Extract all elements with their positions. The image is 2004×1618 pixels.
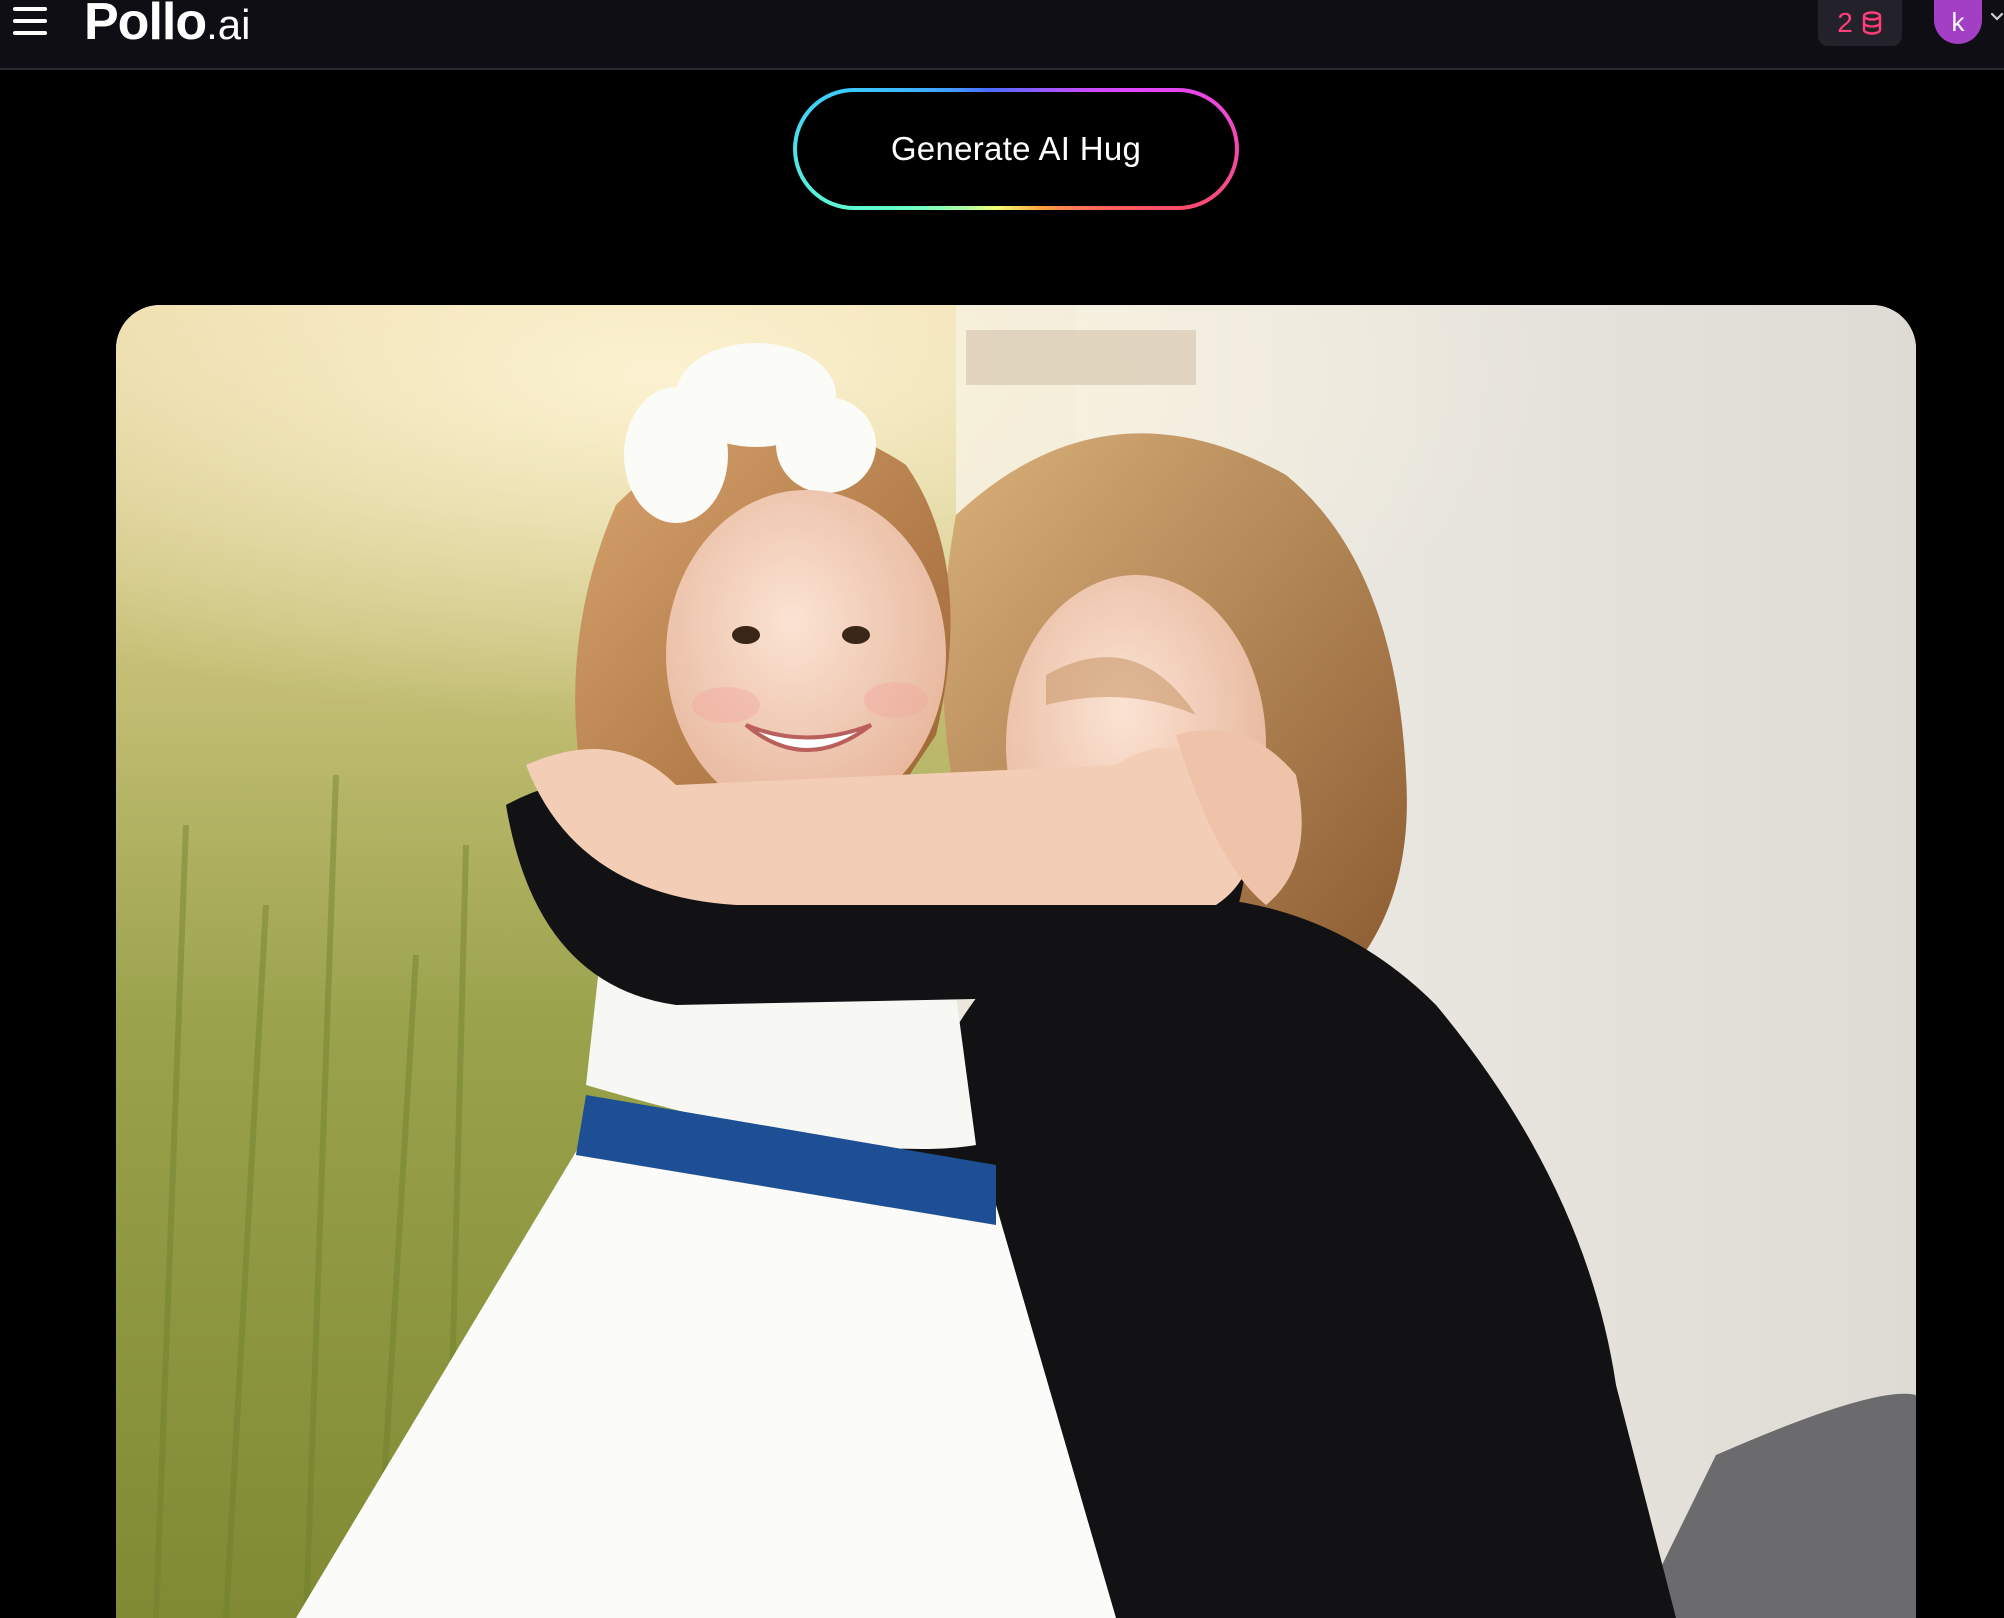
hamburger-icon[interactable] <box>10 4 50 38</box>
user-avatar[interactable]: k <box>1934 0 1982 44</box>
photo-image <box>116 305 1916 1618</box>
logo-suffix: .ai <box>206 1 251 48</box>
coin-stack-icon <box>1862 11 1881 35</box>
chevron-down-icon[interactable] <box>1990 10 2004 24</box>
top-header: Pollo.ai 2 k <box>0 0 2004 70</box>
hug-example-image <box>116 305 1916 1618</box>
credits-badge[interactable]: 2 <box>1818 0 1902 46</box>
page: Pollo.ai 2 k Generate AI Hug <box>0 0 2004 1618</box>
credits-count: 2 <box>1837 7 1853 38</box>
generate-ai-hug-label: Generate AI Hug <box>797 92 1235 206</box>
generate-ai-hug-button[interactable]: Generate AI Hug <box>793 88 1239 210</box>
logo[interactable]: Pollo.ai <box>84 0 250 53</box>
logo-main: Pollo <box>84 0 207 51</box>
